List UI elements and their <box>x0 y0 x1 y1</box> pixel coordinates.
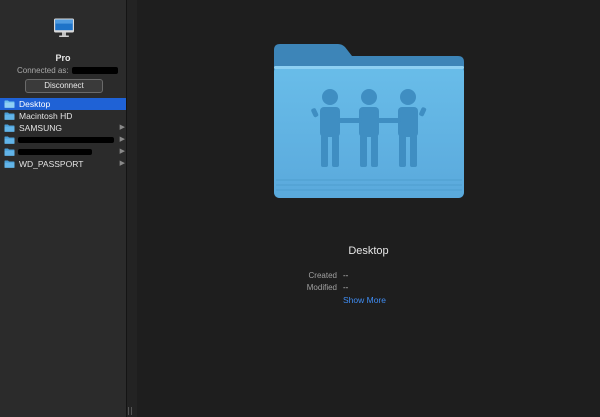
modified-value: -- <box>343 283 349 292</box>
folder-icon <box>4 160 15 168</box>
redacted-volume-name <box>18 137 114 143</box>
pane-divider[interactable] <box>126 0 137 417</box>
server-name: Pro <box>55 53 71 63</box>
preview-title: Desktop <box>348 245 389 257</box>
sidebar-item-samsung[interactable]: SAMSUNG ▶ <box>0 122 126 134</box>
folder-icon <box>4 148 15 156</box>
folder-icon <box>4 112 15 120</box>
resize-handle-icon[interactable] <box>128 407 132 415</box>
disconnect-button[interactable]: Disconnect <box>25 79 103 93</box>
sidebar-item-desktop[interactable]: Desktop <box>0 98 126 110</box>
connection-status: Connected as: <box>17 66 118 75</box>
chevron-right-icon[interactable]: ▶ <box>120 146 125 158</box>
chevron-right-icon[interactable]: ▶ <box>120 158 125 170</box>
sidebar-item-label: Macintosh HD <box>19 111 73 121</box>
file-browser-window: Pro Connected as: Disconnect Desktop Mac… <box>0 0 600 417</box>
show-more-cell: Show More <box>343 295 386 305</box>
shared-folder-icon <box>274 44 464 198</box>
sidebar-list: Desktop Macintosh HD SAMSUNG ▶ ▶ ▶ WD_PA… <box>0 98 126 170</box>
folder-icon <box>4 100 15 108</box>
chevron-right-icon[interactable]: ▶ <box>120 122 125 134</box>
redacted-username <box>71 67 118 75</box>
show-more-link[interactable]: Show More <box>343 295 386 305</box>
sidebar-item-wd-passport[interactable]: WD_PASSPORT ▶ <box>0 158 126 170</box>
folder-icon <box>4 136 15 144</box>
created-label: Created <box>308 271 337 280</box>
modified-label-cell: Modified <box>283 283 337 293</box>
chevron-right-icon[interactable]: ▶ <box>120 134 125 146</box>
sidebar-item-label: SAMSUNG <box>19 123 62 133</box>
modified-label: Modified <box>306 283 337 292</box>
created-label-cell: Created <box>283 271 337 281</box>
created-value: -- <box>343 271 349 280</box>
sidebar-item-redacted-volume[interactable]: ▶ <box>0 134 126 146</box>
sidebar-item-redacted-volume[interactable]: ▶ <box>0 146 126 158</box>
created-value-cell: -- <box>343 271 348 280</box>
imac-server-icon <box>54 18 74 37</box>
folder-icon <box>4 124 15 132</box>
sidebar-item-macintosh-hd[interactable]: Macintosh HD <box>0 110 126 122</box>
sidebar-item-label: WD_PASSPORT <box>19 159 84 169</box>
preview-pane: Desktop Created -- Modified -- Show More <box>137 0 600 417</box>
sidebar-item-label: Desktop <box>19 99 51 109</box>
redacted-volume-name <box>18 149 92 155</box>
connected-as-label: Connected as: <box>17 66 69 75</box>
sidebar: Pro Connected as: Disconnect Desktop Mac… <box>0 0 126 417</box>
modified-value-cell: -- <box>343 283 348 292</box>
